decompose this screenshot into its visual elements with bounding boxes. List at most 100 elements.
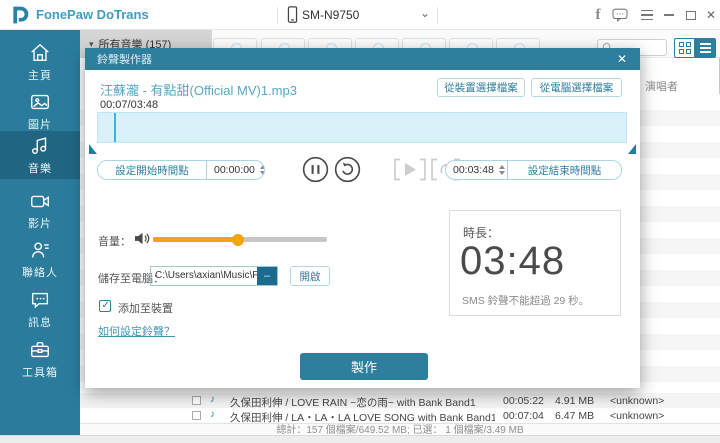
volume-label: 音量： [98, 236, 131, 248]
app-title: FonePaw DoTrans [36, 7, 149, 22]
spinner-arrows-icon[interactable] [259, 165, 264, 175]
chevron-down-icon[interactable] [420, 6, 430, 20]
divider [277, 7, 278, 24]
sidebar-item-home[interactable]: 主頁 [0, 38, 80, 86]
volume-slider[interactable] [153, 233, 327, 246]
browse-button[interactable]: – [257, 267, 277, 285]
table-row[interactable]: 久保田利伸 / LOVE RAIN ~恋の雨~ with Bank Band1 … [80, 393, 720, 409]
messages-icon [31, 292, 49, 308]
grid-view-button[interactable] [674, 38, 695, 58]
sidebar-item-music[interactable]: 音樂 [0, 131, 80, 179]
song-duration: 00:07:04 [503, 409, 544, 422]
sidebar-item-label: 主頁 [28, 69, 52, 82]
row-checkbox[interactable] [192, 395, 201, 405]
list-view-button[interactable] [695, 38, 716, 58]
volume-fill [153, 237, 238, 242]
spinner-arrows-icon[interactable] [498, 165, 505, 175]
sidebar-item-video[interactable]: 影片 [0, 186, 80, 234]
window-bottom-edge [0, 435, 720, 443]
volume-thumb[interactable] [232, 233, 244, 246]
select-from-computer-button[interactable]: 從電腦選擇檔案 [531, 78, 622, 97]
playback-progress: 00:07/03:48 [100, 99, 159, 111]
replay-button[interactable] [334, 156, 361, 183]
trim-end-handle[interactable] [628, 144, 636, 154]
dialog-close-icon[interactable] [614, 51, 630, 67]
end-time-value: 00:03:48 [453, 164, 494, 176]
close-button[interactable] [702, 4, 720, 26]
pause-button[interactable] [302, 156, 329, 183]
phone-icon [287, 6, 298, 29]
how-to-set-ringtone-link[interactable]: 如何設定鈴聲？ [98, 323, 175, 339]
row-checkbox[interactable] [192, 410, 201, 420]
duration-value: 03:48 [460, 239, 566, 283]
sidebar-item-pictures[interactable]: 圖片 [0, 87, 80, 135]
sidebar: 主頁 圖片 音樂 影片 聯絡人 訊息 工具箱 [0, 30, 80, 435]
sidebar-item-label: 音樂 [28, 162, 52, 175]
start-time-group: 設定開始時間點 00:00:00 [97, 160, 265, 180]
trim-start-handle[interactable] [89, 144, 97, 154]
start-time-value: 00:00:00 [214, 164, 255, 176]
app-logo-icon [10, 5, 30, 25]
set-start-time-button[interactable]: 設定開始時間點 [98, 161, 206, 179]
minimize-button[interactable] [660, 4, 678, 26]
pause-icon [302, 156, 329, 183]
set-end-time-button[interactable]: 設定結束時間點 [508, 161, 621, 179]
dialog-title: 鈴聲製作器 [97, 54, 152, 66]
app-window: FonePaw DoTrans SM-N9750 主頁 圖片 音樂 [0, 0, 720, 443]
music-icon [31, 136, 47, 154]
song-artist: <unknown> [610, 409, 665, 422]
end-time-spinner[interactable]: 00:03:48 [446, 161, 508, 179]
dialog-header: 鈴聲製作器 [85, 48, 640, 70]
bracket [420, 158, 426, 181]
sidebar-item-label: 影片 [28, 217, 52, 230]
sidebar-item-contacts[interactable]: 聯絡人 [0, 235, 80, 283]
save-path-value[interactable]: C:\Users\axian\Music\FoneP [151, 267, 257, 285]
song-duration: 00:05:22 [503, 394, 544, 407]
feedback-icon[interactable] [611, 4, 629, 26]
menu-icon[interactable] [638, 4, 656, 26]
music-note-icon [210, 409, 215, 420]
bracket [394, 158, 400, 181]
play-icon [405, 163, 416, 176]
sidebar-item-label: 工具箱 [22, 366, 58, 379]
make-ringtone-button[interactable]: 製作 [300, 353, 428, 380]
ringtone-maker-dialog: 鈴聲製作器 汪蘇瀧 - 有點甜(Official MV)1.mp3 00:07/… [85, 48, 640, 388]
open-folder-button[interactable]: 開啟 [290, 266, 330, 286]
sidebar-item-messages[interactable]: 訊息 [0, 285, 80, 333]
replay-icon [334, 156, 361, 183]
home-icon [31, 43, 49, 61]
playhead[interactable] [114, 113, 116, 142]
pictures-icon [31, 94, 49, 109]
start-time-spinner[interactable]: 00:00:00 [206, 161, 264, 179]
contacts-icon [31, 241, 49, 257]
column-header-artist[interactable]: 演唱者 [645, 78, 678, 94]
save-path-field[interactable]: C:\Users\axian\Music\FoneP – [150, 266, 278, 286]
end-time-group: 00:03:48 設定結束時間點 [445, 160, 622, 180]
current-song-name: 汪蘇瀧 - 有點甜(Official MV)1.mp3 [100, 83, 297, 98]
device-name[interactable]: SM-N9750 [302, 8, 359, 22]
table-row[interactable]: 久保田利伸 / LA・LA・LA LOVE SONG with Bank Ban… [80, 408, 720, 424]
add-to-device-checkbox[interactable] [99, 300, 111, 312]
duration-panel: 時長： 03:48 SMS 鈴聲不能超過 29 秒。 [449, 210, 621, 316]
song-artist: <unknown> [610, 394, 665, 407]
sidebar-item-toolbox[interactable]: 工具箱 [0, 335, 80, 383]
waveform[interactable] [97, 112, 627, 143]
facebook-icon[interactable] [589, 4, 607, 26]
music-note-icon [210, 394, 215, 405]
bracket [431, 158, 437, 181]
speaker-icon [134, 231, 151, 251]
select-from-device-button[interactable]: 從裝置選擇檔案 [437, 78, 525, 97]
maximize-button[interactable] [682, 4, 700, 26]
toolbox-icon [31, 341, 49, 357]
divider [437, 7, 438, 24]
sidebar-item-label: 圖片 [28, 118, 52, 131]
video-icon [31, 195, 49, 207]
song-size: 6.47 MB [555, 409, 595, 422]
list-icon [700, 43, 711, 53]
grid-icon [678, 42, 691, 54]
song-size: 4.91 MB [555, 394, 595, 407]
add-to-device-label: 添加至裝置 [118, 303, 173, 315]
titlebar: FonePaw DoTrans SM-N9750 [0, 0, 720, 30]
sidebar-item-label: 聯絡人 [22, 266, 58, 279]
sidebar-item-label: 訊息 [28, 316, 52, 329]
